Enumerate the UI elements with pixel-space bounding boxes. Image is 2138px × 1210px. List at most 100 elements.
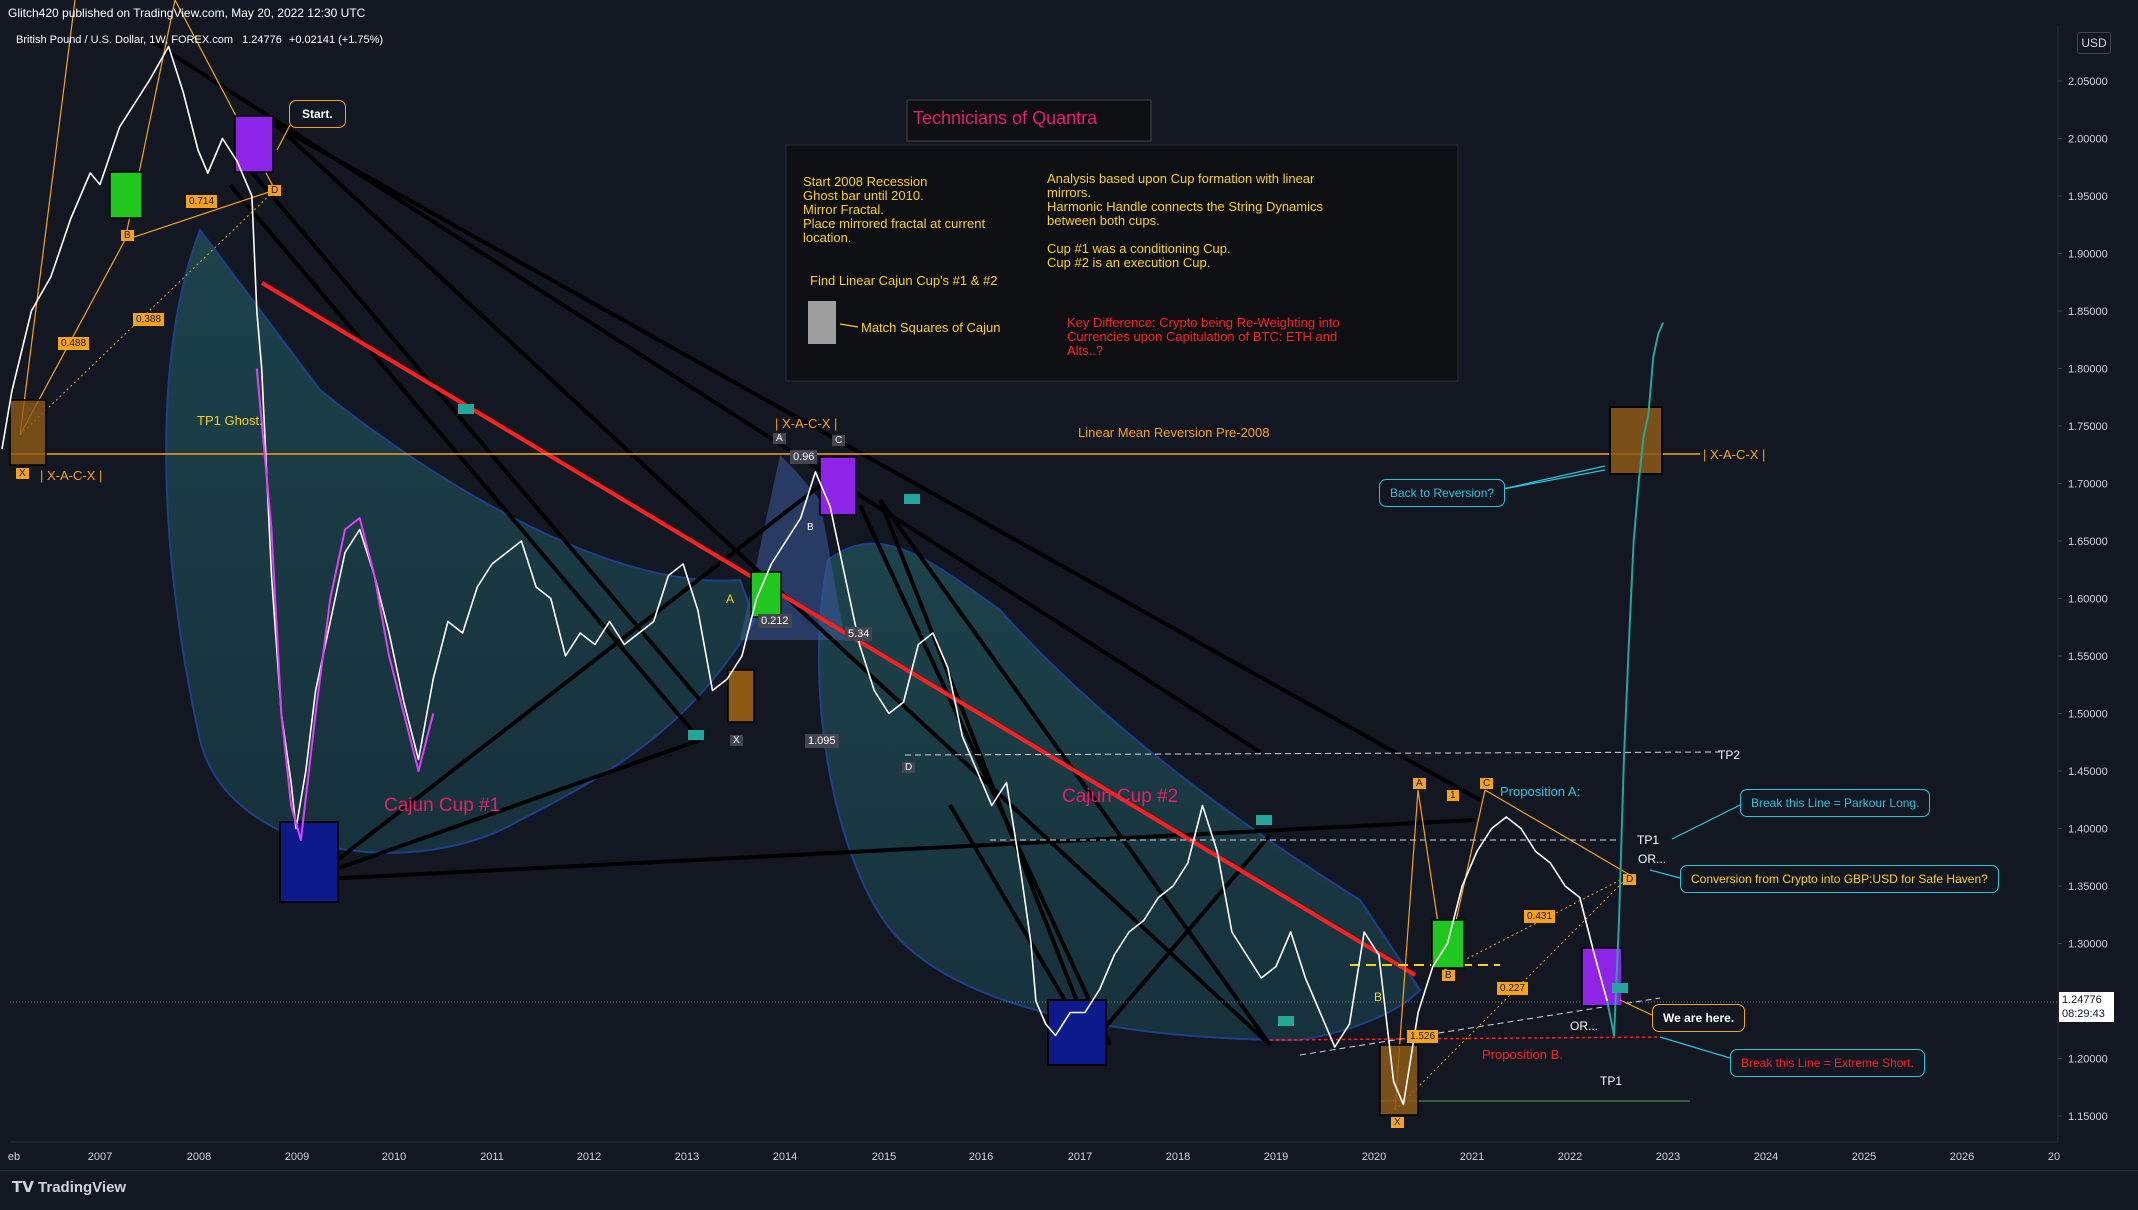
- box-purple-2: [819, 456, 857, 516]
- x-tick-label: 2008: [187, 1151, 211, 1163]
- tp1-label: TP1: [1637, 833, 1660, 847]
- y-tick-label: 1.70000: [2068, 479, 2108, 491]
- box-orange-2: [727, 669, 755, 723]
- x-tick-label: 2014: [773, 1151, 797, 1163]
- or-label-2: OR...: [1570, 1019, 1599, 1033]
- cup-2-label: Cajun Cup #2: [1062, 786, 1179, 807]
- callout-back-to-reversion: Back to Reversion?: [1379, 479, 1506, 507]
- chart-area[interactable]: 2.05000 2.00000 1.95000 1.90000 1.85000 1.800…: [0, 0, 2138, 1206]
- x-tick-label: 2011: [480, 1151, 504, 1163]
- point-label-b4: B: [1374, 990, 1383, 1004]
- point-label-d: D: [268, 185, 282, 196]
- tv-mark-icon: 𝗧𝗩: [12, 1179, 39, 1196]
- x-tick-label: 2010: [382, 1151, 406, 1163]
- xacx-mid: | X-A-C-X |: [775, 416, 838, 431]
- note-right-line: Cup #1 was a conditioning Cup.: [1047, 241, 1231, 256]
- tp1-lower-label: TP1: [1600, 1074, 1623, 1088]
- fib-label: 1.526: [1407, 1030, 1439, 1043]
- x-tick-label: 2017: [1068, 1151, 1092, 1163]
- x-tick-label: 2015: [872, 1151, 896, 1163]
- x-tick-label: 2022: [1558, 1151, 1582, 1163]
- symbol-line: British Pound / U.S. Dollar, 1W, FOREX.c…: [16, 34, 383, 46]
- note-left-line: Place mirrored fractal at current: [803, 216, 986, 231]
- point-label-a2: A: [726, 592, 735, 606]
- point-label-x2: X: [730, 735, 743, 746]
- y-tick-label: 1.80000: [2068, 364, 2108, 376]
- note-left-line: Mirror Fractal.: [803, 202, 884, 217]
- point-label-b3: B: [1442, 970, 1455, 981]
- box-blue-1: [279, 821, 339, 903]
- x-tick-label: 2025: [1852, 1151, 1876, 1163]
- fib-label: 1.095: [805, 734, 839, 748]
- match-squares-label: Match Squares of Cajun: [861, 320, 1001, 335]
- x-tick-label: 2013: [675, 1151, 699, 1163]
- y-tick-label: 1.85000: [2068, 306, 2108, 318]
- fib-label: 0.488: [58, 337, 90, 350]
- x-tick-label: 2023: [1656, 1151, 1680, 1163]
- x-tick-label: 2026: [1950, 1151, 1974, 1163]
- proposition-b: Proposition B.: [1482, 1047, 1563, 1062]
- xacx-right: | X-A-C-X |: [1703, 447, 1766, 462]
- box-green-1: [109, 171, 143, 219]
- point-label-c3: C: [1480, 778, 1494, 789]
- callout-start: Start.: [289, 100, 346, 128]
- fib-label: 0.227: [1497, 982, 1529, 995]
- x-tick-label: 2009: [285, 1151, 309, 1163]
- point-label-d3: D: [1623, 874, 1637, 885]
- currency-button[interactable]: USD: [2077, 32, 2111, 54]
- find-cups-label: Find Linear Cajun Cup's #1 & #2: [810, 273, 998, 288]
- y-tick-label: 1.20000: [2068, 1054, 2108, 1066]
- y-tick-label: 1.15000: [2068, 1111, 2108, 1123]
- y-tick-label: 1.45000: [2068, 766, 2108, 778]
- last-price: 1.24776: [242, 34, 282, 46]
- y-tick-label: 1.55000: [2068, 651, 2108, 663]
- y-tick-label: 1.60000: [2068, 594, 2108, 606]
- x-tick-label: eb: [8, 1151, 20, 1163]
- x-tick-label: 2018: [1166, 1151, 1190, 1163]
- or-label-1: OR...: [1638, 852, 1667, 866]
- symbol-name: British Pound / U.S. Dollar, 1W, FOREX.c…: [16, 34, 234, 46]
- cup-1-label: Cajun Cup #1: [384, 795, 501, 816]
- price-tag-value: 1.24776: [2062, 994, 2102, 1006]
- notes-right: Analysis based upon Cup formation with l…: [1047, 172, 1323, 270]
- notes-left: Start 2008 Recession Ghost bar until 201…: [803, 175, 985, 245]
- point-label-a3: A: [1413, 778, 1426, 789]
- price-tag-time: 08:29:43: [2062, 1008, 2105, 1020]
- key-diff-line: Alts..?: [1067, 343, 1104, 358]
- note-right-line: [1047, 228, 1323, 242]
- box-orange-4: [1609, 406, 1663, 475]
- box-green-2: [750, 571, 782, 618]
- chart-title: Technicians of Quantra: [913, 108, 1098, 128]
- fib-label: 0.388: [133, 313, 165, 326]
- x-tick-label: 2021: [1460, 1151, 1484, 1163]
- point-label-d2: D: [902, 762, 916, 773]
- note-right-line: Analysis based upon Cup formation with l…: [1047, 171, 1315, 186]
- point-label-x: X: [16, 468, 29, 479]
- y-tick-label: 2.00000: [2068, 134, 2108, 146]
- y-tick-label: 1.40000: [2068, 824, 2108, 836]
- xacx-left: | X-A-C-X |: [40, 468, 103, 483]
- mean-reversion-label: Linear Mean Reversion Pre-2008: [1078, 425, 1270, 440]
- price-change: +0.02141 (+1.75%): [288, 34, 384, 46]
- y-tick-label: 1.90000: [2068, 249, 2108, 261]
- proposition-a: Proposition A:: [1500, 784, 1581, 799]
- callout-conversion: Conversion from Crypto into GBP:USD for …: [1680, 865, 1999, 893]
- note-right-line: Cup #2 is an execution Cup.: [1047, 255, 1211, 270]
- y-tick-label: 1.50000: [2068, 709, 2108, 721]
- fib-label: 5.34: [845, 627, 873, 641]
- note-left-line: Start 2008 Recession: [803, 174, 928, 189]
- fib-label: 0.96: [790, 450, 818, 464]
- note-right-line: between both cups.: [1047, 213, 1160, 228]
- fib-label: 0.431: [1524, 910, 1556, 923]
- point-label-c: C: [832, 435, 846, 446]
- callout-we-are-here: We are here.: [1652, 1004, 1746, 1032]
- published-by: Glitch420 published on TradingView.com, …: [8, 6, 366, 20]
- tradingview-logo[interactable]: 𝗧𝗩 TradingView: [12, 1178, 126, 1196]
- gray-square-swatch: [808, 301, 836, 344]
- y-tick-label: 1.35000: [2068, 881, 2108, 893]
- note-left-line: Ghost bar until 2010.: [803, 188, 924, 203]
- tp1-ghost-label: TP1 Ghost.: [197, 413, 263, 428]
- note-right-line: mirrors.: [1047, 185, 1092, 200]
- key-diff-line: Currencies upon Capitulation of BTC: ETH…: [1067, 329, 1338, 344]
- box-orange-1: [9, 399, 47, 466]
